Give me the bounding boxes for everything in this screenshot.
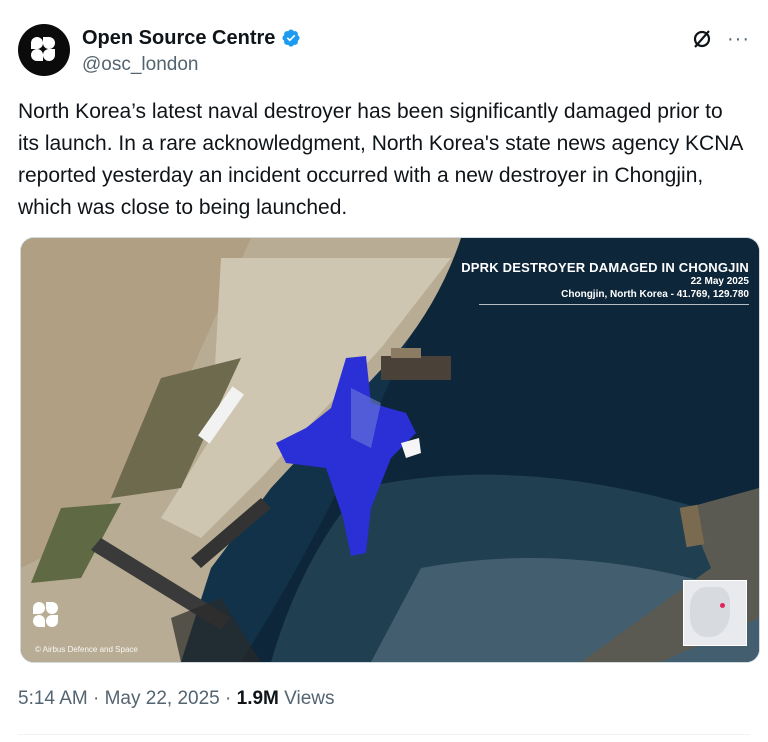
- tweet-date[interactable]: May 22, 2025: [105, 688, 220, 709]
- avatar[interactable]: [18, 24, 70, 76]
- osc-logo-icon: [29, 35, 59, 65]
- locator-map-land: [690, 587, 730, 637]
- more-horizontal-icon[interactable]: ···: [727, 29, 750, 49]
- meta-separator: ·: [219, 688, 237, 709]
- verified-badge-icon[interactable]: [281, 28, 301, 48]
- top-actions: ···: [691, 28, 750, 50]
- osc-watermark-icon: [33, 602, 63, 632]
- tweet-meta: 5:14 AM · May 22, 2025 · 1.9M Views: [18, 688, 335, 710]
- location-marker-icon: [720, 603, 725, 608]
- overlay-divider: [479, 304, 749, 305]
- display-name-row[interactable]: Open Source Centre: [82, 26, 301, 50]
- author-info: Open Source Centre @osc_london: [82, 26, 301, 76]
- overlay-date: 22 May 2025: [690, 276, 749, 287]
- grok-slash-circle-icon[interactable]: [691, 28, 713, 50]
- overlay-title: DPRK DESTROYER DAMAGED IN CHONGJIN: [461, 260, 749, 275]
- image-credit: © Airbus Defence and Space: [35, 645, 138, 654]
- display-name[interactable]: Open Source Centre: [82, 26, 275, 50]
- overlay-location: Chongjin, North Korea - 41.769, 129.780: [561, 289, 749, 300]
- tweet-time[interactable]: 5:14 AM: [18, 688, 88, 709]
- meta-separator: ·: [87, 688, 105, 709]
- locator-map-inset: [683, 580, 747, 646]
- tweet-header: Open Source Centre @osc_london ···: [18, 22, 750, 78]
- satellite-image: [21, 238, 759, 662]
- tweet-text: North Korea’s latest naval destroyer has…: [18, 100, 743, 219]
- tweet-media-image[interactable]: DPRK DESTROYER DAMAGED IN CHONGJIN 22 Ma…: [20, 237, 760, 663]
- views-count[interactable]: 1.9M: [237, 688, 279, 709]
- views-label: Views: [278, 688, 335, 709]
- author-handle[interactable]: @osc_london: [82, 54, 301, 76]
- bottom-divider: [18, 734, 750, 735]
